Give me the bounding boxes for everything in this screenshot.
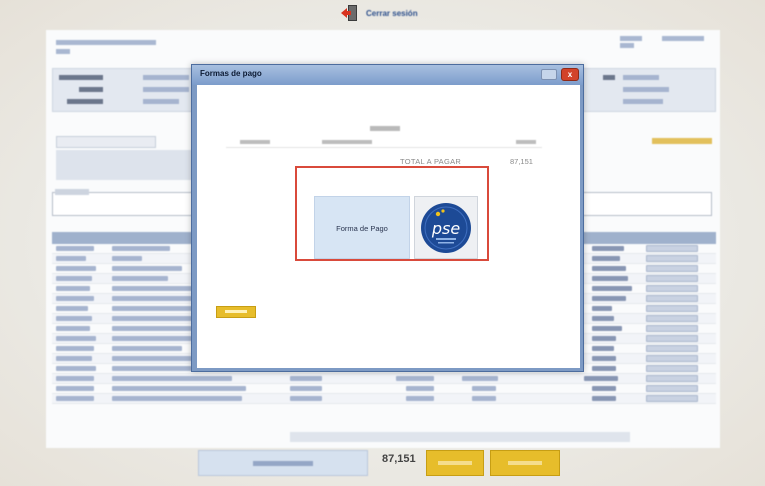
dialog-titlebar[interactable]: Formas de pago x (192, 65, 583, 85)
pay-button[interactable] (490, 450, 560, 476)
close-icon: x (567, 70, 573, 79)
total-to-pay-label: TOTAL A PAGAR (400, 157, 462, 166)
summary-heading (370, 126, 400, 131)
payment-bar: 87,151 (198, 450, 568, 476)
user-menu[interactable] (620, 36, 704, 48)
table-row (52, 374, 716, 384)
total-value: 87,151 (382, 453, 416, 465)
top-bar: Cerrar sesión (0, 0, 765, 30)
total-label (198, 450, 368, 476)
view-details-button[interactable] (56, 136, 156, 148)
pse-payment-button[interactable]: pse (414, 196, 478, 259)
total-to-pay-value: 87,151 (510, 157, 533, 166)
pay-online-button[interactable] (426, 450, 484, 476)
back-button[interactable] (216, 306, 256, 318)
dialog-title: Formas de pago (200, 69, 262, 78)
svg-text:pse: pse (431, 219, 460, 238)
close-button[interactable]: x (561, 68, 579, 81)
exit-door-icon (341, 5, 357, 21)
minimize-button[interactable] (541, 69, 557, 80)
table-row (52, 394, 716, 404)
logout-link[interactable]: Cerrar sesión (340, 4, 418, 22)
table-totals-row (290, 432, 630, 442)
summary-columns (226, 138, 542, 148)
table-row (52, 384, 716, 394)
logout-label: Cerrar sesión (366, 8, 418, 18)
filter-tabs[interactable] (56, 150, 206, 180)
pse-logo-icon: pse (421, 202, 471, 253)
payment-method-label: Forma de Pago (314, 196, 410, 259)
account-header (56, 40, 156, 54)
download-link[interactable] (652, 138, 712, 144)
